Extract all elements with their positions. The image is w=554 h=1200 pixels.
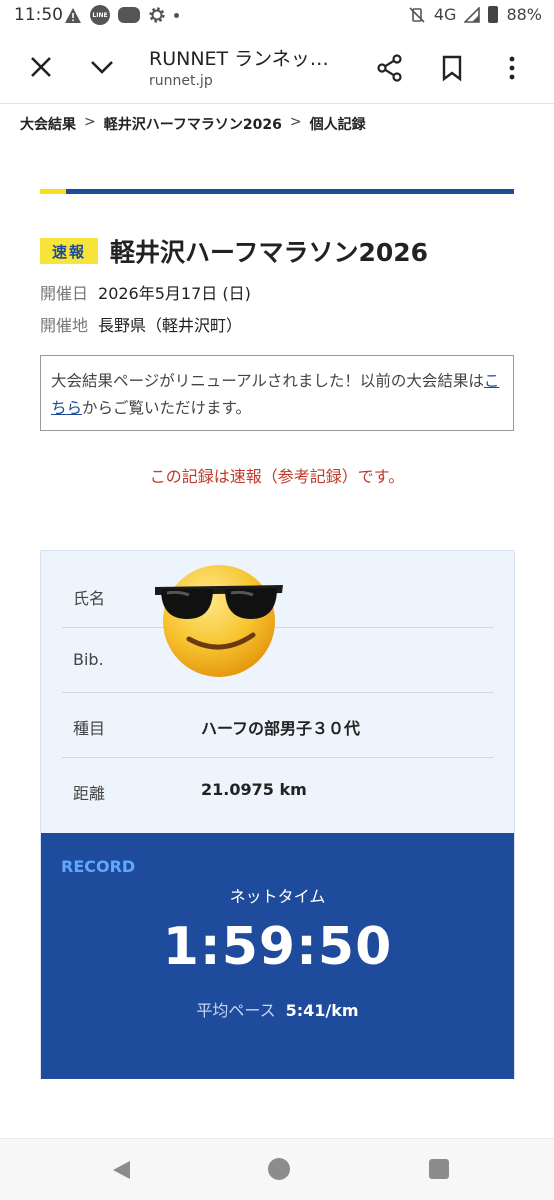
recent-apps-button[interactable] xyxy=(429,1159,449,1179)
category-value: ハーフの部男子３０代 xyxy=(201,719,361,738)
breadcrumb-item-race[interactable]: 軽井沢ハーフマラソン2026 xyxy=(104,114,282,134)
breadcrumb-item-personal-record: 個人記録 xyxy=(309,117,366,133)
pace-label: 平均ペース xyxy=(196,1001,276,1020)
warning-icon xyxy=(65,7,81,23)
browser-page-title: RUNNET ランネッ… xyxy=(149,48,329,70)
renewal-notice: 大会結果ページがリニューアルされました！以前の大会結果はこちらからご覧いただけま… xyxy=(40,355,514,431)
name-label: 氏名 xyxy=(73,589,106,608)
distance-label: 距離 xyxy=(73,784,106,803)
record-label: RECORD xyxy=(61,857,136,876)
pace-value: 5:41/km xyxy=(285,1001,359,1020)
browser-toolbar: RUNNET ランネッ… runnet.jp xyxy=(0,30,554,104)
race-title: 軽井沢ハーフマラソン2026 xyxy=(110,238,429,267)
more-notifications-dot xyxy=(174,12,179,18)
preliminary-warning: この記録は速報（参考記録）です。 xyxy=(149,467,405,486)
mute-vibrate-icon xyxy=(409,6,425,23)
race-date: 開催日 2026年5月17日 (日) xyxy=(40,280,251,304)
bookmark-icon[interactable] xyxy=(440,54,464,82)
breadcrumb-item-results[interactable]: 大会結果 xyxy=(20,114,76,134)
signal-icon xyxy=(464,6,481,23)
heading-rule xyxy=(40,189,514,194)
system-navigation-bar xyxy=(0,1138,554,1200)
heading-rule-accent xyxy=(40,189,66,194)
race-venue: 開催地 長野県（軽井沢町） xyxy=(40,312,242,336)
date-label: 開催日 xyxy=(40,284,89,303)
result-row-category: 種目 ハーフの部男子３０代 xyxy=(62,693,494,758)
breadcrumb-separator: > xyxy=(289,114,302,130)
result-row-distance: 距離 21.0975 km xyxy=(62,758,494,823)
category-label: 種目 xyxy=(73,719,106,738)
network-type: 4G xyxy=(433,5,457,24)
battery-icon xyxy=(488,6,499,23)
share-icon[interactable] xyxy=(376,54,404,82)
settings-gear-icon xyxy=(149,7,165,23)
breadcrumb: 大会結果 > 軽井沢ハーフマラソン2026 > 個人記録 xyxy=(20,114,366,134)
line-app-icon: LINE xyxy=(90,5,110,25)
notification-app-icon xyxy=(118,7,140,23)
net-time-label: ネットタイム xyxy=(229,887,326,906)
preliminary-badge: 速報 xyxy=(40,238,98,264)
breadcrumb-separator: > xyxy=(84,114,96,130)
status-time: 11:50 xyxy=(14,5,63,25)
home-button[interactable] xyxy=(268,1158,290,1180)
record-panel: RECORD ネットタイム 1:59:50 平均ペース 5:41/km xyxy=(41,833,514,1079)
more-vertical-icon[interactable] xyxy=(505,54,519,82)
status-bar: 11:50 LINE 4G 88% xyxy=(0,0,554,30)
distance-value: 21.0975 km xyxy=(201,780,307,799)
browser-url: runnet.jp xyxy=(149,73,213,89)
venue-value: 長野県（軽井沢町） xyxy=(98,316,243,335)
result-card: 氏名 Bib. 種目 ハーフの部男子３０代 距離 21.0975 km RECO… xyxy=(40,550,515,1079)
notice-text-end: からご覧いただけます。 xyxy=(82,399,251,417)
sunglasses-emoji-icon xyxy=(155,565,283,677)
net-time-value: 1:59:50 xyxy=(162,917,393,977)
chevron-down-icon[interactable] xyxy=(88,54,116,80)
battery-level: 88% xyxy=(506,5,542,24)
date-value: 2026年5月17日 (日) xyxy=(98,284,251,303)
close-icon[interactable] xyxy=(28,54,54,80)
venue-label: 開催地 xyxy=(40,316,89,335)
average-pace: 平均ペース 5:41/km xyxy=(41,997,514,1021)
notice-text: 大会結果ページがリニューアルされました！以前の大会結果は xyxy=(51,372,484,390)
back-icon[interactable] xyxy=(110,1159,132,1181)
bib-label: Bib. xyxy=(73,650,104,669)
